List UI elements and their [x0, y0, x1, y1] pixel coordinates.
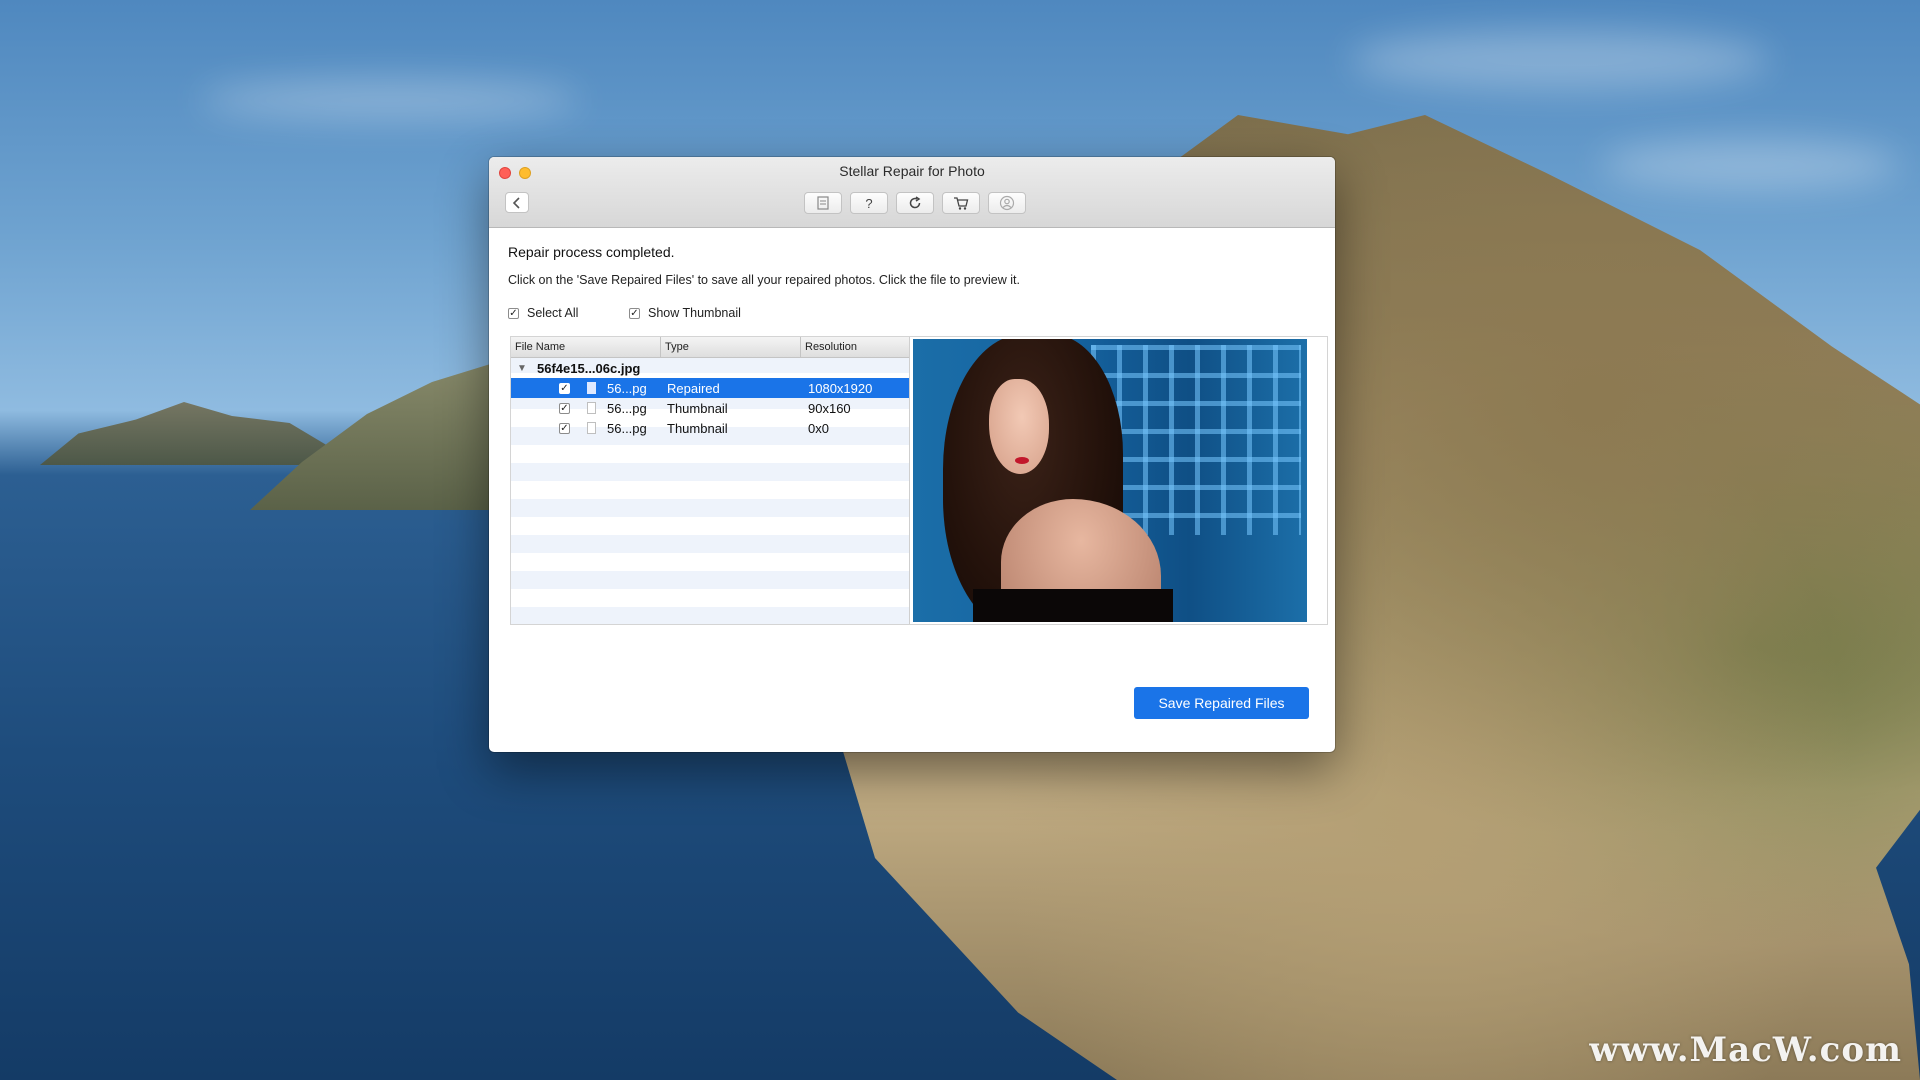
window-title: Stellar Repair for Photo: [839, 163, 985, 179]
show-thumbnail-label: Show Thumbnail: [648, 306, 741, 320]
back-button[interactable]: [505, 192, 529, 213]
table-header: File Name Type Resolution: [511, 337, 909, 358]
main-content: Repair process completed. Click on the '…: [489, 228, 1335, 752]
show-thumbnail-checkbox[interactable]: ✓: [629, 307, 640, 319]
column-header-resolution[interactable]: Resolution: [801, 337, 909, 357]
refresh-icon: [909, 196, 921, 209]
parent-file-name: 56f4e15...06c.jpg: [537, 360, 641, 376]
app-window: Stellar Repair for Photo ? Repair proces…: [489, 157, 1335, 752]
save-repaired-files-button[interactable]: Save Repaired Files: [1134, 687, 1309, 719]
table-row[interactable]: ✓ 56...pg Thumbnail 90x160: [511, 398, 909, 418]
save-toolbar-button[interactable]: [804, 192, 842, 214]
row-type: Thumbnail: [667, 400, 728, 416]
photo-preview[interactable]: [913, 339, 1307, 622]
account-toolbar-button[interactable]: [988, 192, 1026, 214]
row-file-name: 56...pg: [607, 400, 647, 416]
watermark: www.MacW.com: [1589, 1030, 1902, 1070]
account-icon: [999, 195, 1015, 211]
file-icon: [587, 402, 596, 414]
select-all-checkbox[interactable]: ✓: [508, 307, 519, 319]
cloud: [200, 80, 580, 120]
select-all-label: Select All: [527, 306, 579, 320]
svg-text:?: ?: [865, 196, 872, 211]
help-toolbar-button[interactable]: ?: [850, 192, 888, 214]
distant-island: [40, 402, 360, 465]
file-icon: [587, 422, 596, 434]
row-file-name: 56...pg: [607, 380, 647, 396]
instruction-text: Click on the 'Save Repaired Files' to sa…: [508, 273, 1020, 287]
row-type: Repaired: [667, 380, 720, 396]
preview-subject-lips: [1015, 457, 1029, 464]
cloud: [1600, 140, 1900, 190]
save-icon: [817, 196, 829, 210]
file-icon: [587, 382, 596, 394]
cloud: [1350, 30, 1770, 90]
refresh-toolbar-button[interactable]: [896, 192, 934, 214]
cart-icon: [954, 197, 969, 210]
row-resolution: 90x160: [808, 400, 851, 416]
file-table: File Name Type Resolution ▼ 56f4e15...06…: [511, 337, 910, 624]
row-checkbox[interactable]: ✓: [559, 382, 570, 394]
status-message: Repair process completed.: [508, 244, 675, 260]
show-thumbnail-option[interactable]: ✓ Show Thumbnail: [629, 306, 741, 320]
row-resolution: 0x0: [808, 420, 829, 436]
row-type: Thumbnail: [667, 420, 728, 436]
disclosure-triangle-icon[interactable]: ▼: [517, 363, 527, 374]
row-file-name: 56...pg: [607, 420, 647, 436]
table-row[interactable]: ✓ 56...pg Repaired 1080x1920: [511, 378, 909, 398]
toolbar: ?: [804, 192, 1026, 214]
table-row[interactable]: ✓ 56...pg Thumbnail 0x0: [511, 418, 909, 438]
help-icon: ?: [865, 196, 872, 211]
title-bar: Stellar Repair for Photo ?: [489, 157, 1335, 228]
row-resolution: 1080x1920: [808, 380, 873, 396]
buy-toolbar-button[interactable]: [942, 192, 980, 214]
select-all-option[interactable]: ✓ Select All: [508, 306, 578, 320]
column-header-file-name[interactable]: File Name: [511, 337, 661, 357]
file-panel: File Name Type Resolution ▼ 56f4e15...06…: [510, 336, 1328, 625]
preview-subject-dress: [973, 589, 1173, 622]
row-checkbox[interactable]: ✓: [559, 402, 570, 414]
column-header-type[interactable]: Type: [661, 337, 801, 357]
row-checkbox[interactable]: ✓: [559, 422, 570, 434]
parent-file-row[interactable]: ▼ 56f4e15...06c.jpg: [511, 358, 909, 378]
chevron-left-icon: [512, 196, 520, 209]
